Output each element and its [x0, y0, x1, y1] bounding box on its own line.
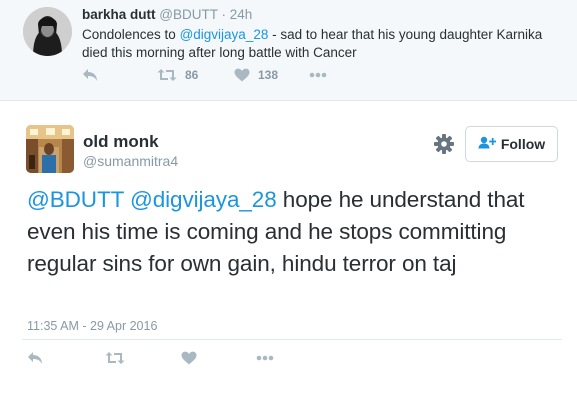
like-count: 138 [258, 68, 279, 82]
retweet-icon [157, 68, 177, 82]
add-user-icon [478, 136, 501, 152]
gear-icon[interactable] [433, 133, 455, 155]
author-name[interactable]: old monk [83, 132, 159, 152]
heart-icon [234, 68, 250, 82]
avatar[interactable] [26, 125, 74, 173]
more-button[interactable] [309, 72, 327, 78]
tweet-actions: 86 138 [82, 68, 382, 86]
author-name[interactable]: barkha dutt [82, 7, 156, 22]
follow-label: Follow [500, 136, 546, 152]
text-prefix: Condolences to [82, 27, 180, 42]
tweet-header: barkha dutt @BDUTT · 24h [82, 7, 252, 22]
like-button[interactable] [181, 351, 197, 365]
reply-button[interactable] [27, 351, 43, 365]
tweet-timestamp[interactable]: 11:35 AM - 29 Apr 2016 [27, 319, 157, 333]
retweet-button[interactable] [105, 351, 125, 365]
reply-icon [82, 68, 98, 82]
divider [22, 339, 562, 340]
tweet-text: Condolences to @digvijaya_28 - sad to he… [82, 26, 562, 62]
mention-link[interactable]: @digvijaya_28 [130, 187, 277, 212]
retweet-icon [105, 351, 125, 365]
heart-icon [181, 351, 197, 365]
retweet-count: 86 [185, 68, 199, 82]
more-button[interactable] [256, 355, 274, 361]
tweet-text: @BDUTT @digvijaya_28 hope he understand … [27, 184, 562, 280]
more-dots-icon [309, 72, 327, 78]
author-handle[interactable]: @sumanmitra4 [83, 153, 178, 169]
avatar[interactable] [23, 7, 72, 56]
follow-button[interactable]: Follow [465, 126, 558, 162]
mention-link[interactable]: @BDUTT [27, 187, 124, 212]
more-dots-icon [256, 355, 274, 361]
like-button[interactable]: 138 [234, 68, 278, 82]
tweet-time[interactable]: 24h [230, 7, 253, 22]
author-handle[interactable]: @BDUTT [159, 7, 217, 22]
main-tweet: old monk @sumanmitra4 Follow @BDUTT @dig… [0, 102, 577, 400]
separator: · [221, 7, 227, 22]
mention-link[interactable]: @digvijaya_28 [180, 27, 269, 42]
reply-icon [27, 351, 43, 365]
parent-tweet: barkha dutt @BDUTT · 24h Condolences to … [0, 0, 577, 101]
tweet-actions [27, 351, 327, 371]
reply-button[interactable] [82, 68, 98, 82]
retweet-button[interactable]: 86 [157, 68, 198, 82]
